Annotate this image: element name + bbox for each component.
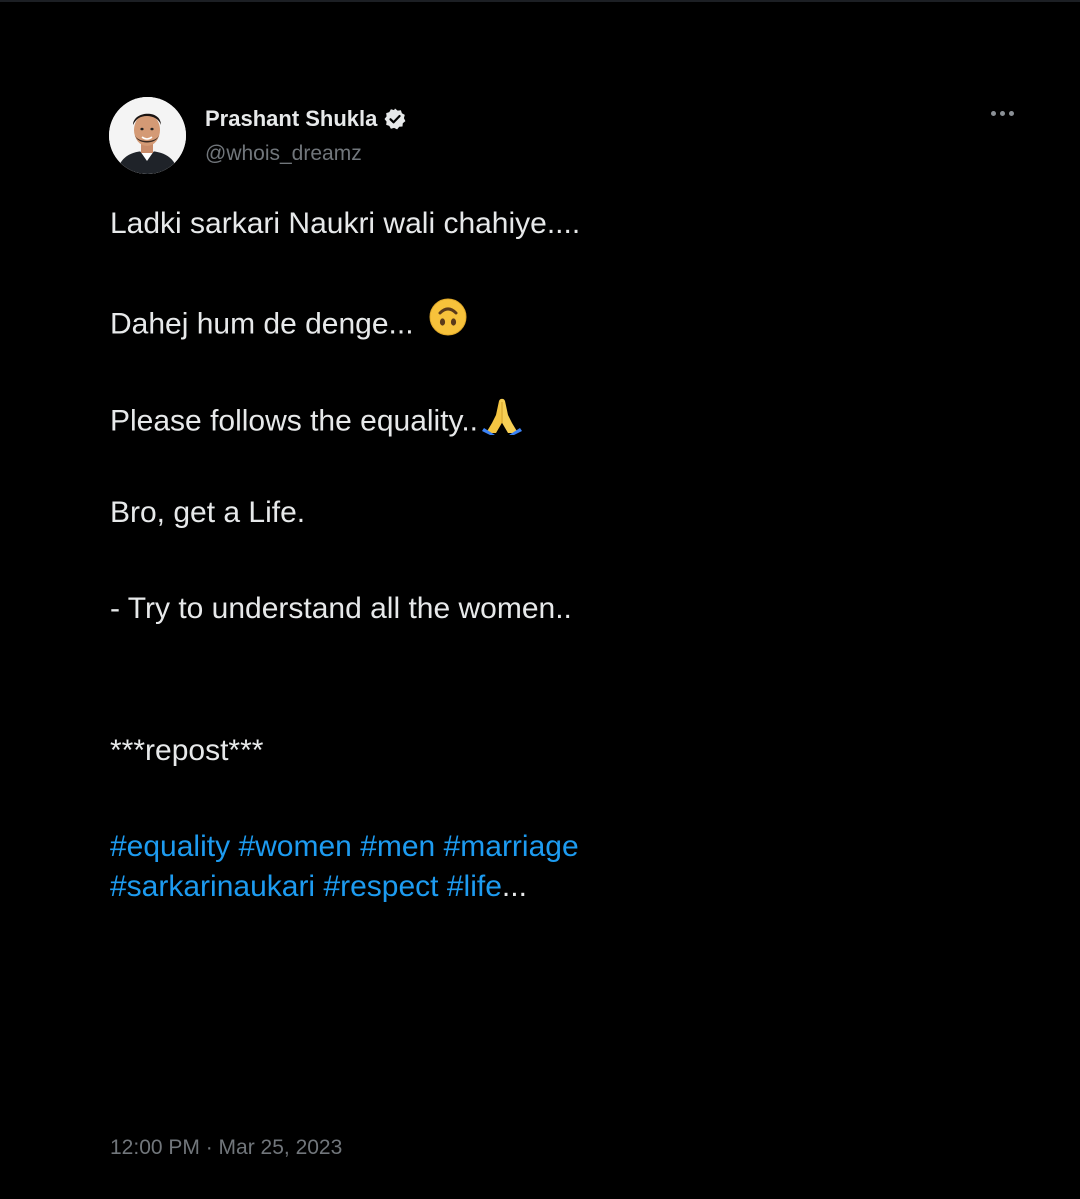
- hashtag-row: #equality #women #men #marriage: [110, 827, 579, 867]
- dot: [999, 110, 1005, 116]
- tweet-text-line: Please follows the equality..: [110, 396, 524, 449]
- tweet-timestamp[interactable]: 12:00 PM · Mar 25, 2023: [110, 1136, 342, 1160]
- hashtag-link[interactable]: #women: [238, 830, 351, 863]
- hashtag-link[interactable]: #men: [360, 830, 435, 863]
- dot: [990, 110, 996, 116]
- tweet-text-line: Bro, get a Life.: [110, 493, 305, 533]
- hashtag-row: #sarkarinaukari #respect #life...: [110, 867, 579, 907]
- tweet-line-text: Please follows the equality..: [110, 404, 478, 438]
- hashtag-link[interactable]: #respect: [323, 870, 438, 903]
- tweet-line-text: ***repost***: [110, 734, 264, 767]
- tweet-card: Prashant Shukla @whois_dreamz Ladki sark…: [0, 0, 1080, 1199]
- display-name[interactable]: Prashant Shukla: [205, 106, 377, 132]
- tweet-text-line: - Try to understand all the women..: [110, 589, 572, 629]
- author-name-row: Prashant Shukla: [205, 103, 407, 135]
- tweet-line-text: Ladki sarkari Naukri wali chahiye....: [110, 207, 581, 240]
- avatar-image: [109, 97, 186, 174]
- hashtag-link[interactable]: #life: [447, 870, 502, 903]
- tweet-text-line: Dahej hum de denge...: [110, 297, 468, 351]
- author-handle[interactable]: @whois_dreamz: [205, 142, 362, 166]
- tweet-text-line: ***repost***: [110, 731, 263, 771]
- hashtag-link[interactable]: #marriage: [444, 830, 579, 863]
- hashtag-link[interactable]: #sarkarinaukari: [110, 870, 315, 903]
- tweet-text-line: Ladki sarkari Naukri wali chahiye....: [110, 204, 580, 244]
- more-options-icon[interactable]: [985, 100, 1019, 126]
- folded-hands-emoji: [480, 393, 524, 446]
- tweet-line-text: Dahej hum de denge...: [110, 307, 414, 341]
- upside-down-face-emoji: [428, 297, 468, 348]
- tweet-line-text: Bro, get a Life.: [110, 496, 306, 529]
- tweet-line-text: - Try to understand all the women..: [110, 592, 572, 625]
- hashtag-link[interactable]: #equality: [110, 830, 230, 863]
- dot: [1008, 110, 1014, 116]
- hashtags: #equality #women #men #marriage #sarkari…: [110, 827, 579, 907]
- verified-badge-icon: [383, 107, 407, 131]
- avatar[interactable]: [109, 97, 186, 174]
- truncation-ellipsis: ...: [501, 870, 527, 903]
